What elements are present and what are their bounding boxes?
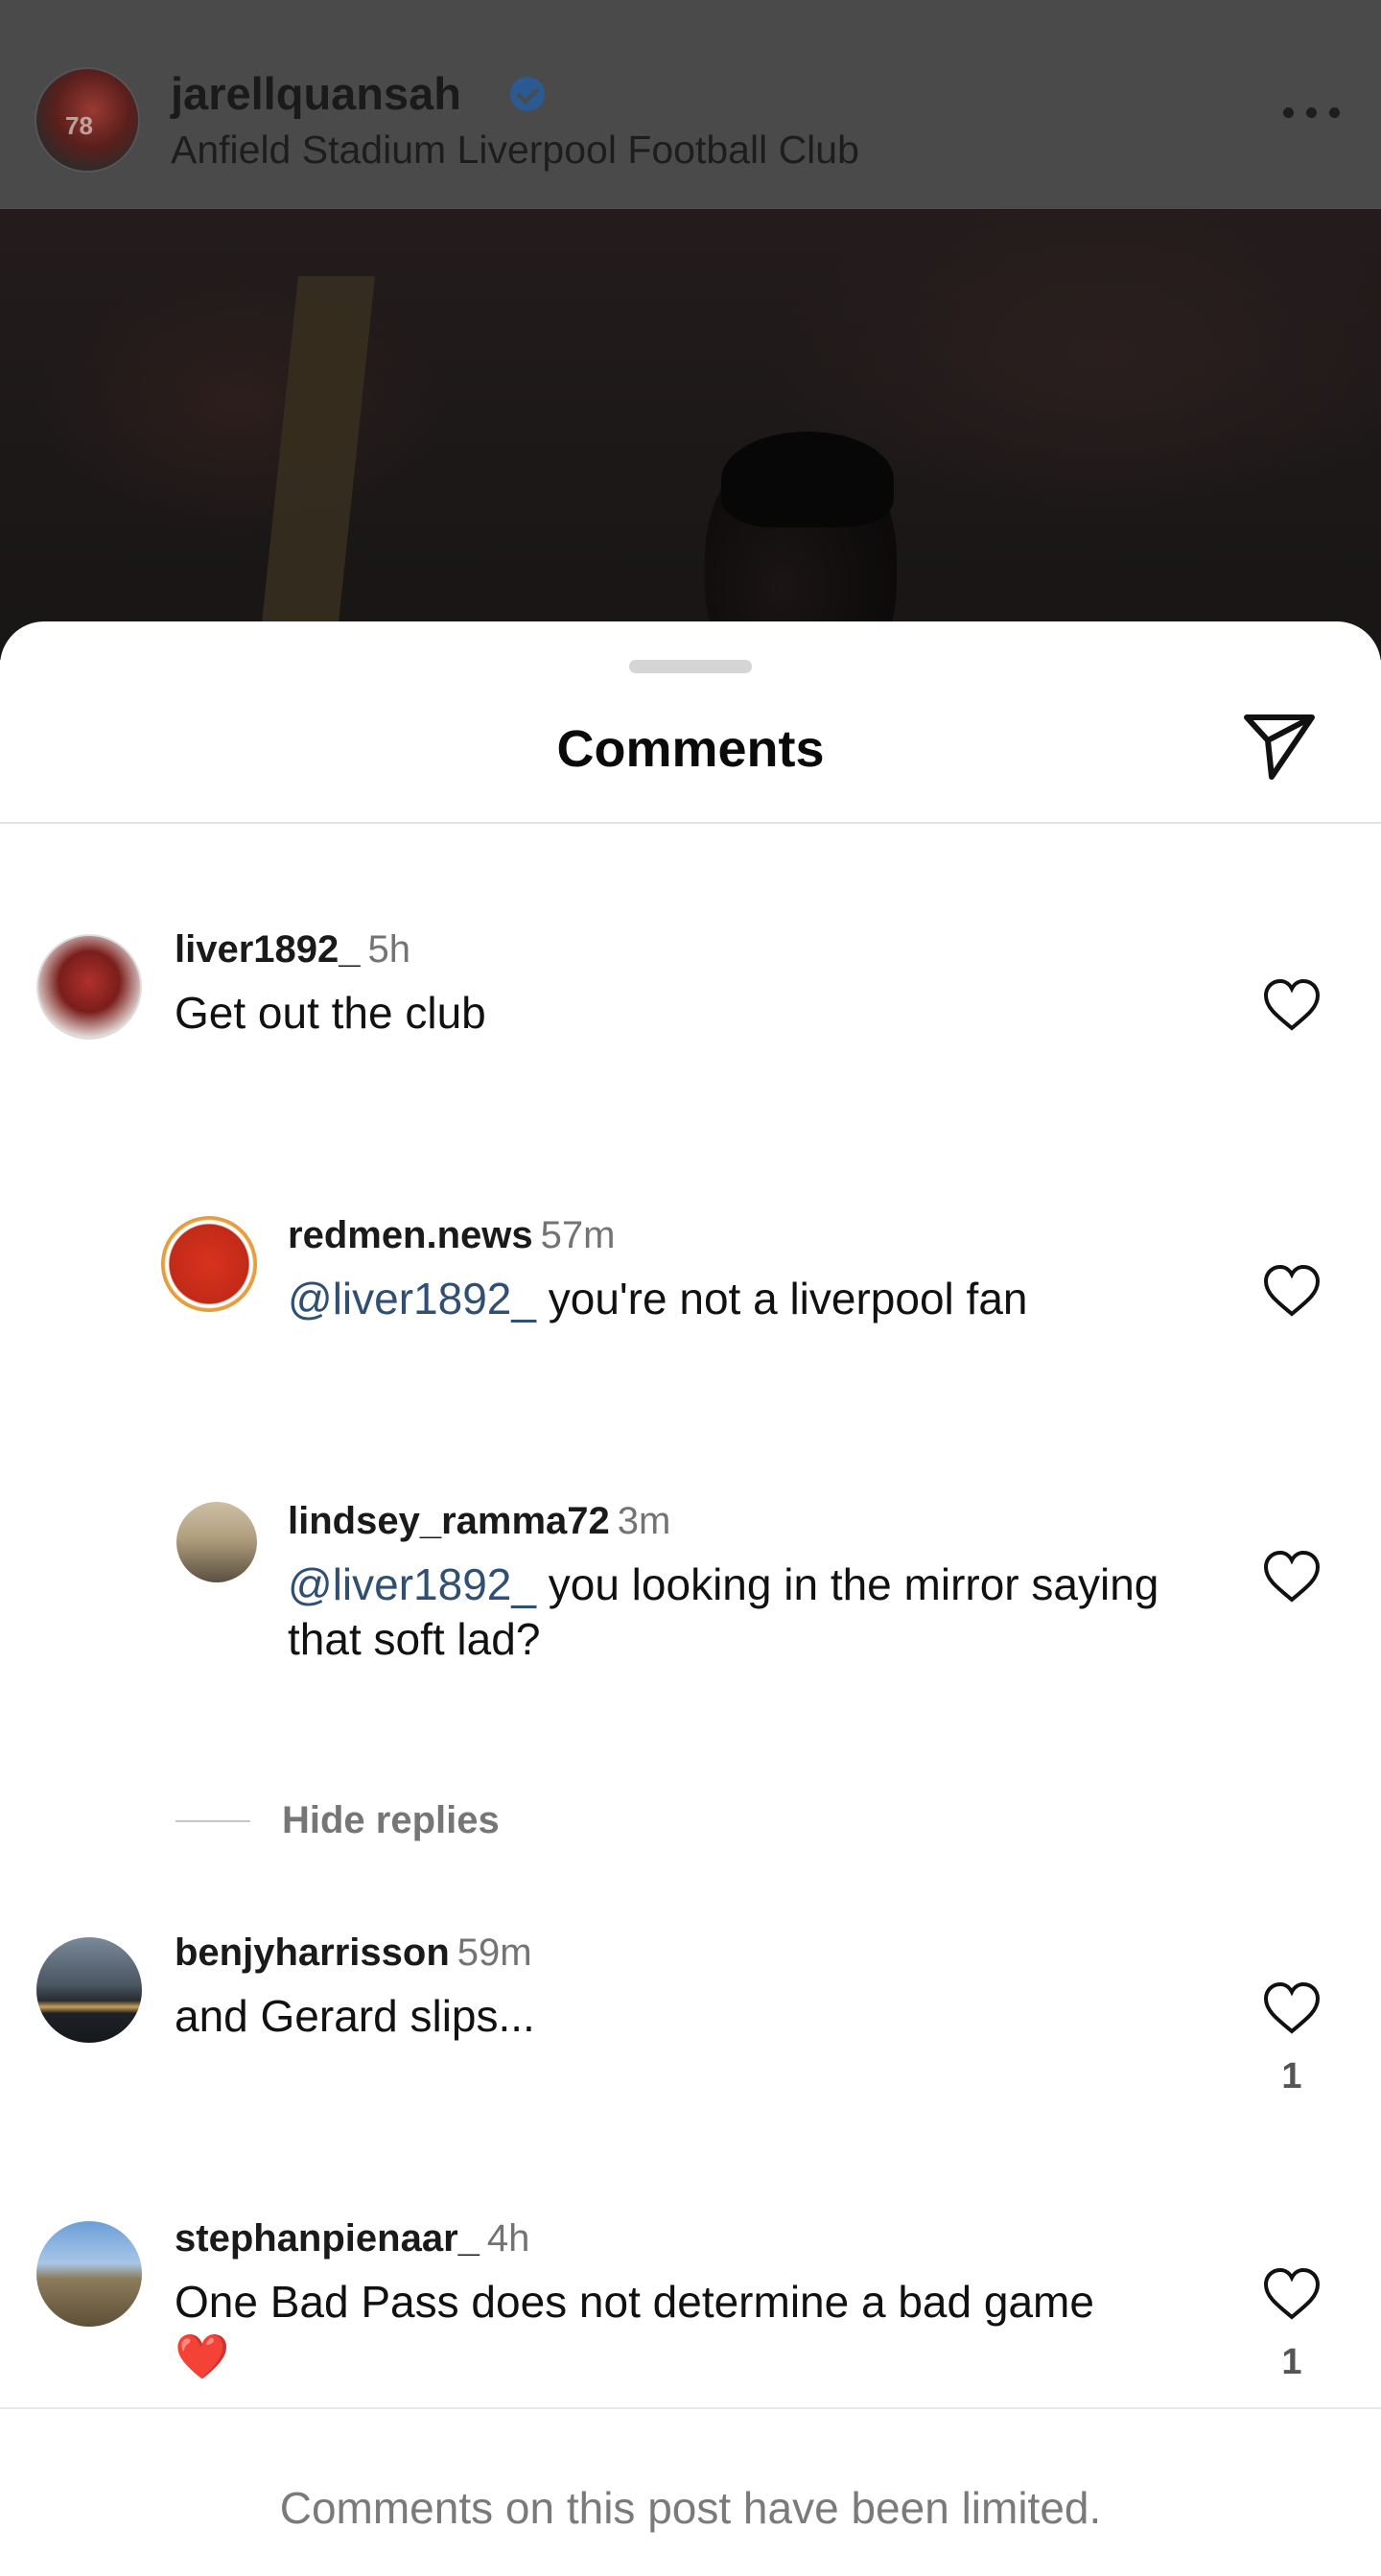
- verified-icon: [510, 77, 545, 111]
- comment-text: Get out the club: [175, 988, 486, 1038]
- heart-icon[interactable]: [1262, 1550, 1322, 1604]
- share-icon[interactable]: [1241, 712, 1318, 783]
- comments-limited-note: Comments on this post have been limited.: [279, 2483, 1102, 2533]
- avatar-number: 78: [65, 111, 93, 140]
- comment-username[interactable]: redmen.news 57m: [288, 1214, 615, 1257]
- username-text[interactable]: stephanpienaar_: [175, 2217, 480, 2260]
- avatar[interactable]: [36, 2221, 142, 2327]
- heart-icon[interactable]: [1262, 2267, 1322, 2321]
- post-author-username[interactable]: jarellquansah: [171, 67, 461, 120]
- comment-text: @liver1892_ you're not a liverpool fan: [288, 1272, 1208, 1326]
- post-location[interactable]: Anfield Stadium Liverpool Football Club: [171, 128, 859, 173]
- comment-username[interactable]: liver1892_ 5h: [175, 928, 410, 972]
- hide-replies-line: [176, 1820, 250, 1822]
- photo-background-stripe: [257, 276, 376, 660]
- comment-time: 57m: [540, 1214, 616, 1256]
- avatar[interactable]: [161, 1216, 257, 1312]
- comment-username[interactable]: benjyharrisson 59m: [175, 1932, 532, 1975]
- more-options-icon[interactable]: [1283, 107, 1341, 119]
- avatar[interactable]: [36, 934, 142, 1040]
- comment-username[interactable]: stephanpienaar_ 4h: [175, 2217, 529, 2260]
- post-author-avatar[interactable]: 78: [35, 67, 140, 173]
- photo-player-hair: [721, 432, 894, 527]
- comment-time: 5h: [367, 928, 411, 971]
- heart-icon[interactable]: [1262, 978, 1322, 1032]
- sheet-drag-handle[interactable]: [629, 660, 752, 673]
- comment-text: @liver1892_ you looking in the mirror sa…: [288, 1557, 1208, 1667]
- post-header: 78 jarellquansah Anfield Stadium Liverpo…: [0, 0, 1381, 209]
- username-text[interactable]: redmen.news: [288, 1214, 533, 1256]
- hide-replies-button[interactable]: Hide replies: [282, 1799, 500, 1842]
- comments-sheet: Comments liver1892_ 5h Get out the club r…: [0, 621, 1381, 2576]
- comment-text: One Bad Pass does not determine a bad ga…: [175, 2277, 1094, 2381]
- like-count: 1: [1281, 2056, 1302, 2096]
- like-count: 1: [1281, 2342, 1302, 2382]
- post-photo: [0, 209, 1381, 660]
- mention-link[interactable]: @liver1892_: [288, 1274, 536, 1323]
- heart-icon[interactable]: [1262, 1264, 1322, 1318]
- comment-time: 3m: [617, 1500, 671, 1542]
- avatar[interactable]: [36, 1937, 142, 2043]
- comment-username[interactable]: lindsey_ramma72 3m: [288, 1500, 670, 1543]
- comment-time: 59m: [456, 1932, 532, 1974]
- comment-time: 4h: [486, 2217, 530, 2260]
- sheet-title: Comments: [556, 720, 825, 778]
- heart-icon[interactable]: [1262, 1981, 1322, 2035]
- footer-divider: [0, 2407, 1381, 2409]
- avatar[interactable]: [176, 1502, 257, 1582]
- mention-link[interactable]: @liver1892_: [288, 1559, 536, 1609]
- comment-body: you're not a liverpool fan: [535, 1274, 1028, 1323]
- username-text[interactable]: lindsey_ramma72: [288, 1500, 610, 1542]
- comment-text: and Gerard slips...: [175, 1991, 535, 2041]
- username-text[interactable]: liver1892_: [175, 928, 361, 971]
- username-text[interactable]: benjyharrisson: [175, 1932, 450, 1974]
- title-divider: [0, 822, 1381, 824]
